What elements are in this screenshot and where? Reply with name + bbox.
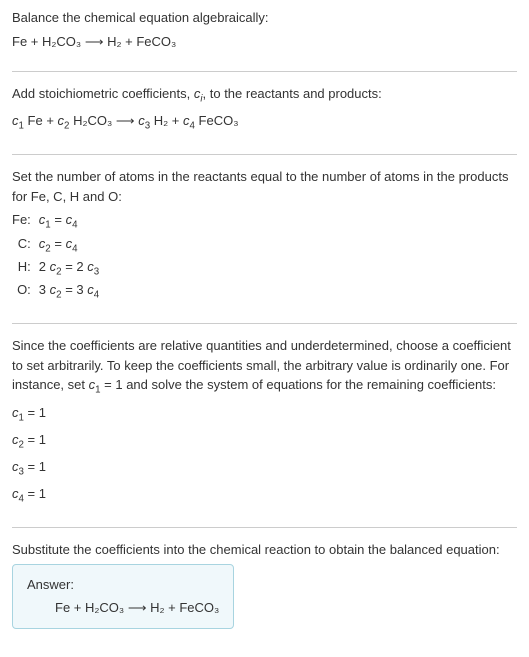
divider <box>12 323 517 324</box>
element-equation: 3 c2 = 3 c4 <box>39 280 99 303</box>
substitute-text: Substitute the coefficients into the che… <box>12 540 517 560</box>
eq-val: = 1 <box>24 405 46 420</box>
eq-mid: = 2 <box>62 259 88 274</box>
eq-pre: 3 <box>39 282 50 297</box>
solution-line: c3 = 1 <box>12 457 517 480</box>
element-equation: 2 c2 = 2 c3 <box>39 257 99 280</box>
answer-box: Answer: Fe + H₂CO₃ ⟶ H₂ + FeCO₃ <box>12 564 234 629</box>
section-substitute: Substitute the coefficients into the che… <box>12 540 517 629</box>
answer-label: Answer: <box>27 575 219 595</box>
solve-text: Since the coefficients are relative quan… <box>12 336 517 398</box>
coef-sub: 4 <box>94 290 99 301</box>
text-part: , to the reactants and products: <box>203 86 382 101</box>
table-row: O: 3 c2 = 3 c4 <box>12 280 99 303</box>
element-equation: c1 = c4 <box>39 210 99 233</box>
title-text: Balance the chemical equation algebraica… <box>12 8 517 28</box>
coef-sub: 4 <box>72 220 77 231</box>
solution-line: c2 = 1 <box>12 430 517 453</box>
section-stoichiometric: Add stoichiometric coefficients, ci, to … <box>12 84 517 134</box>
eq-pre: 2 <box>39 259 50 274</box>
term: FeCO₃ <box>195 113 239 128</box>
section-balance: Balance the chemical equation algebraica… <box>12 8 517 51</box>
text-part: Add stoichiometric coefficients, <box>12 86 194 101</box>
eq-mid: = 3 <box>62 282 88 297</box>
stoich-text: Add stoichiometric coefficients, ci, to … <box>12 84 517 107</box>
divider <box>12 154 517 155</box>
element-label: H: <box>12 257 39 280</box>
atom-equations-table: Fe: c1 = c4 C: c2 = c4 H: 2 c2 = 2 c3 O:… <box>12 210 99 303</box>
section-atom-balance: Set the number of atoms in the reactants… <box>12 167 517 303</box>
eq-mid: = <box>51 236 66 251</box>
element-equation: c2 = c4 <box>39 234 99 257</box>
term: H₂ + <box>150 113 183 128</box>
element-label: Fe: <box>12 210 39 233</box>
answer-equation: Fe + H₂CO₃ ⟶ H₂ + FeCO₃ <box>27 598 219 618</box>
divider <box>12 71 517 72</box>
coef-sub: 3 <box>94 266 99 277</box>
section-solve: Since the coefficients are relative quan… <box>12 336 517 507</box>
table-row: C: c2 = c4 <box>12 234 99 257</box>
coef-sub: 4 <box>72 243 77 254</box>
eq-val: = 1 <box>24 486 46 501</box>
element-label: C: <box>12 234 39 257</box>
eq-mid: = <box>51 212 66 227</box>
table-row: Fe: c1 = c4 <box>12 210 99 233</box>
solution-line: c4 = 1 <box>12 484 517 507</box>
divider <box>12 527 517 528</box>
solution-line: c1 = 1 <box>12 403 517 426</box>
text-part: = 1 and solve the system of equations fo… <box>101 377 496 392</box>
equation-original: Fe + H₂CO₃ ⟶ H₂ + FeCO₃ <box>12 32 517 52</box>
atom-balance-text: Set the number of atoms in the reactants… <box>12 167 517 206</box>
table-row: H: 2 c2 = 2 c3 <box>12 257 99 280</box>
eq-val: = 1 <box>24 459 46 474</box>
term: H₂CO₃ ⟶ <box>69 113 138 128</box>
term: Fe + <box>24 113 58 128</box>
element-label: O: <box>12 280 39 303</box>
eq-val: = 1 <box>24 432 46 447</box>
equation-with-coefficients: c1 Fe + c2 H₂CO₃ ⟶ c3 H₂ + c4 FeCO₃ <box>12 111 517 134</box>
